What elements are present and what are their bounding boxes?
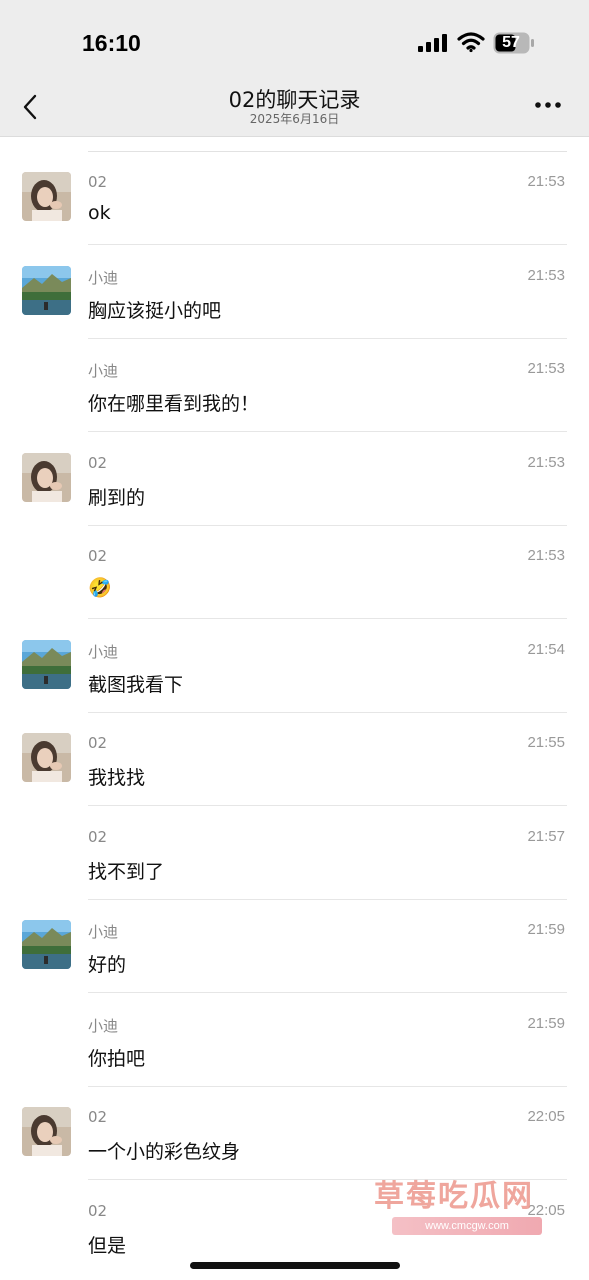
message-time: 21:57 <box>527 827 565 845</box>
sender-name: 小迪 <box>88 362 119 380</box>
avatar[interactable] <box>22 172 71 221</box>
message-time: 21:59 <box>527 921 565 938</box>
message-text: 胸应该挺小的吧 <box>88 299 222 322</box>
sender-name: 小迪 <box>88 923 119 941</box>
avatar[interactable] <box>22 1107 71 1156</box>
sender-name: 02 <box>88 734 108 752</box>
sender-name: 02 <box>88 453 108 472</box>
message-text: 一个小的彩色纹身 <box>88 1141 241 1163</box>
list-item[interactable]: 小迪 21:59 你拍吧 <box>0 994 589 1087</box>
avatar[interactable] <box>22 920 71 969</box>
sender-name: 02 <box>88 173 108 191</box>
avatar[interactable] <box>22 265 71 315</box>
sender-name: 02 <box>88 827 108 846</box>
list-item[interactable]: 小迪 21:54 截图我看下 <box>0 620 589 713</box>
message-text: 找不到了 <box>88 860 165 883</box>
list-item[interactable]: 02 22:05 一个小的彩色纹身 <box>0 1087 589 1180</box>
list-item[interactable]: 02 21:53 刷到的 <box>0 433 589 526</box>
watermark-title: 草莓吃瓜网 <box>374 1179 534 1214</box>
watermark-url: www.cmcgw.com <box>392 1217 542 1235</box>
message-time: 21:53 <box>527 360 565 377</box>
home-indicator[interactable] <box>190 1262 400 1269</box>
sender-name: 02 <box>88 1108 108 1126</box>
sender-name: 02 <box>88 547 108 565</box>
sender-name: 小迪 <box>88 268 119 287</box>
more-dots-icon[interactable] <box>534 100 564 110</box>
message-time: 21:53 <box>527 266 565 284</box>
message-text: 刷到的 <box>88 486 146 509</box>
avatar[interactable] <box>22 733 71 782</box>
status-time: 16:10 <box>82 30 141 56</box>
message-text: 但是 <box>88 1234 127 1257</box>
wifi-icon <box>457 32 485 53</box>
avatar[interactable] <box>22 452 71 502</box>
avatar[interactable] <box>22 639 71 689</box>
message-time: 22:05 <box>527 1108 565 1125</box>
message-text: 我找找 <box>88 767 146 789</box>
nav-bar: 02的聊天记录 2025年6月16日 <box>0 80 589 137</box>
list-item[interactable]: 02 21:57 找不到了 <box>0 807 589 900</box>
message-time: 21:54 <box>527 640 565 658</box>
sender-name: 小迪 <box>88 642 119 661</box>
list-item[interactable]: 小迪 21:53 你在哪里看到我的！ <box>0 339 589 432</box>
message-time: 21:53 <box>527 453 565 471</box>
message-text: 好的 <box>88 954 127 976</box>
status-bar: 16:10 57 <box>0 0 589 80</box>
message-text: ok <box>88 202 111 224</box>
sender-name: 02 <box>88 1201 108 1220</box>
battery-level: 57 <box>502 34 520 51</box>
message-time: 21:53 <box>527 173 565 190</box>
list-item[interactable]: 小迪 21:59 好的 <box>0 900 589 993</box>
list-item[interactable]: 02 21:55 我找找 <box>0 713 589 806</box>
message-text: 你在哪里看到我的！ <box>88 393 260 415</box>
message-text: 截图我看下 <box>88 673 184 696</box>
list-item[interactable]: 02 21:53 ok <box>0 152 589 245</box>
message-time: 21:59 <box>527 1014 565 1032</box>
list-item[interactable]: 02 21:53 🤣 <box>0 526 589 619</box>
message-text: 🤣 <box>88 577 112 599</box>
signal-icon <box>418 34 447 52</box>
message-time: 21:53 <box>527 547 565 564</box>
list-item[interactable]: 小迪 21:53 胸应该挺小的吧 <box>0 246 589 339</box>
page-subtitle: 2025年6月16日 <box>249 112 340 126</box>
message-text: 你拍吧 <box>88 1047 146 1070</box>
sender-name: 小迪 <box>88 1016 119 1035</box>
message-time: 21:55 <box>527 734 565 751</box>
